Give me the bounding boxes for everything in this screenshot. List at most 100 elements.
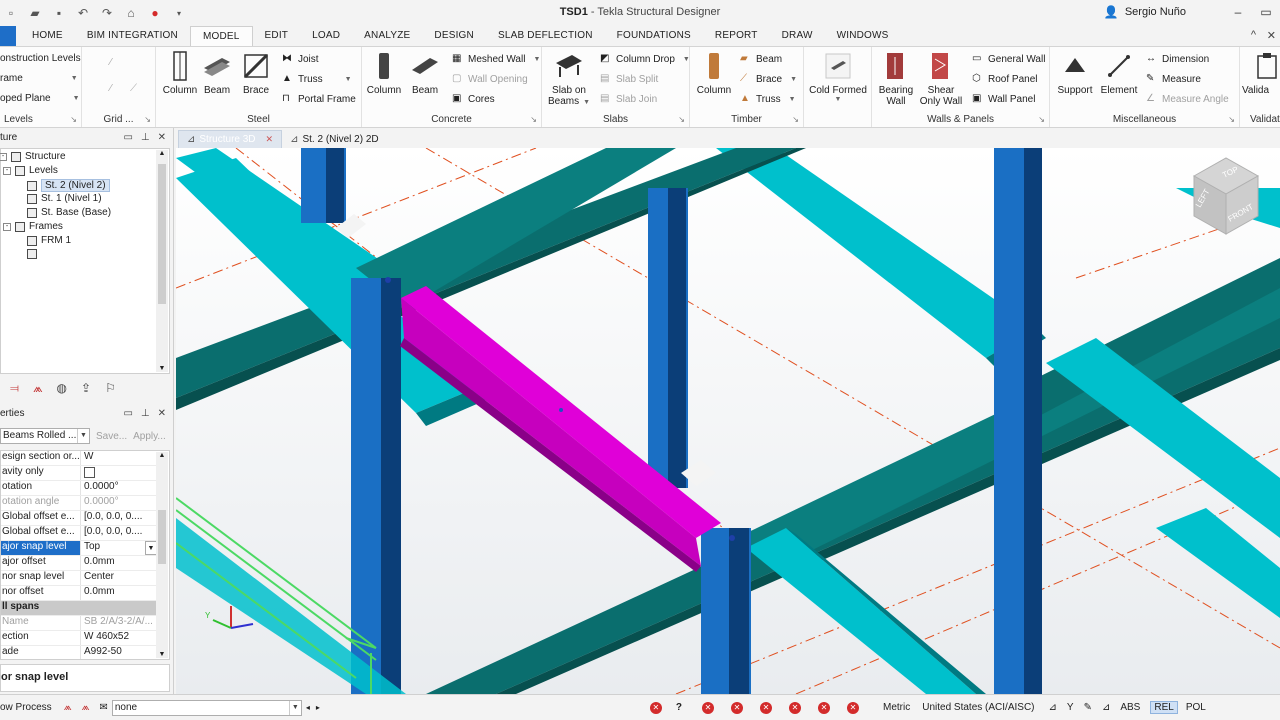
prev-icon[interactable]: ◂ [306,703,310,712]
tab-foundations[interactable]: FOUNDATIONS [605,26,703,46]
scroll-down-icon[interactable]: ▼ [156,651,168,658]
property-row[interactable]: ection W 460x52 [1,631,157,646]
panel-pin-icon[interactable]: ⊥ [141,408,150,419]
portal-frame-button[interactable]: ⊓ Portal Frame [282,93,356,105]
panel-pin-icon[interactable]: ⊥ [141,132,150,143]
3d-viewport[interactable]: Y TOP LEFT FRONT [176,148,1280,694]
tree-node-frames[interactable]: - Frames [3,221,63,232]
walls-expand-icon[interactable]: ↘ [1038,115,1045,124]
stop-icon[interactable]: ● [144,2,166,24]
tree-node-level-1[interactable]: St. 1 (Nivel 1) [27,193,102,204]
model-canvas[interactable]: Y TOP LEFT FRONT [176,148,1280,694]
error-icon[interactable]: ✕ [789,701,801,714]
tab-slab-deflection[interactable]: SLAB DEFLECTION [486,26,605,46]
grid-line-icon[interactable]: ⁄ [110,57,112,68]
wall-panel-button[interactable]: ▣ Wall Panel [972,93,1035,105]
open-folder-icon[interactable]: ▰ [24,2,46,24]
property-row[interactable]: avity only [1,466,157,481]
file-tab[interactable] [0,26,16,46]
gravity-only-checkbox[interactable] [84,467,95,478]
slab-on-beams-button[interactable]: Slab on Beams ▼ [546,51,592,107]
process-icon[interactable]: ⌂ [120,2,142,24]
tree-scroll-thumb[interactable] [158,164,166,304]
units-label[interactable]: Metric [883,702,910,713]
tab-level-2-2d[interactable]: ⊿ St. 2 (Nivel 2) 2D [282,130,387,148]
error-icon[interactable]: ✕ [847,701,859,714]
scroll-down-icon[interactable]: ▼ [156,365,168,372]
collapse-icon[interactable]: - [3,222,11,231]
tree-node-frame-empty[interactable] [27,249,37,259]
concrete-expand-icon[interactable]: ↘ [530,115,537,124]
steel-beam-button[interactable]: Beam [200,51,234,96]
scroll-up-icon[interactable]: ▲ [156,452,168,459]
bearing-wall-button[interactable]: Bearing Wall [874,51,918,107]
qat-customize-icon[interactable]: ▾ [168,2,190,24]
grid-extra-icon[interactable]: ⟋ [130,83,137,94]
error-icon[interactable]: ✕ [760,701,772,714]
save-icon[interactable]: ▪ [48,2,70,24]
user-account[interactable]: 👤 Sergio Nuño [1104,5,1186,19]
scroll-up-icon[interactable]: ▲ [156,150,168,157]
tree-node-levels[interactable]: - Levels [3,165,58,176]
tab-bim-integration[interactable]: BIM INTEGRATION [75,26,190,46]
timber-column-button[interactable]: Column [694,51,734,96]
tree-flag-icon[interactable]: ⚐ [105,381,116,395]
tab-structure-3d[interactable]: ⊿ Structure 3D ✕ [178,130,283,148]
timber-truss-button[interactable]: ▲ Truss ▼ [740,93,796,105]
timber-beam-button[interactable]: ▰ Beam [740,53,782,65]
close-document-icon[interactable]: ✕ [1267,29,1276,42]
tree-export-icon[interactable]: ⇪ [81,381,91,395]
ribbon-collapse-icon[interactable]: ^ [1251,29,1256,41]
cores-button[interactable]: ▣ Cores [452,93,495,105]
pol-toggle[interactable]: POL [1186,702,1206,713]
meshed-wall-button[interactable]: ▦ Meshed Wall ▼ [452,53,540,65]
levels-expand-icon[interactable]: ↘ [70,115,77,124]
concrete-column-button[interactable]: Column [364,51,404,96]
rel-toggle[interactable]: REL [1150,701,1178,714]
property-row[interactable]: ade A992-50 [1,646,157,659]
maximize-button[interactable]: ▭ [1252,0,1280,24]
property-row[interactable]: esign section or... W [1,451,157,466]
shear-only-wall-button[interactable]: Shear Only Wall [918,51,964,107]
steel-brace-button[interactable]: Brace [238,51,274,96]
construction-levels-button[interactable]: onstruction Levels [0,53,81,64]
dimension-button[interactable]: ↔ Dimension [1146,53,1209,65]
close-tab-icon[interactable]: ✕ [266,134,274,145]
error-icon[interactable]: ✕ [731,701,743,714]
ruler-icon[interactable]: ⊿ [1102,702,1110,713]
property-row[interactable]: Global offset e... [0.0, 0.0, 0.... [1,526,157,541]
tab-design[interactable]: DESIGN [422,26,486,46]
element-button[interactable]: Element [1098,51,1140,96]
misc-expand-icon[interactable]: ↘ [1228,115,1235,124]
steel-column-button[interactable]: Column [160,51,200,96]
general-wall-button[interactable]: ▭ General Wall [972,53,1045,65]
tab-report[interactable]: REPORT [703,26,770,46]
concrete-beam-button[interactable]: Beam [406,51,444,96]
timber-expand-icon[interactable]: ↘ [792,115,799,124]
panel-close-icon[interactable]: ✕ [158,408,166,419]
chevron-down-icon[interactable]: ▼ [288,700,301,715]
tab-draw[interactable]: DRAW [770,26,825,46]
steel-joist-button[interactable]: ⧓ Joist [282,53,319,65]
property-scrollbar[interactable]: ▲ ▼ [156,452,168,658]
timber-brace-button[interactable]: ⟋ Brace ▼ [740,73,797,85]
show-process-label[interactable]: ow Process [0,702,52,713]
tree-node-structure[interactable]: - Structure [0,151,66,162]
sloped-plane-button[interactable]: oped Plane ▼ [0,93,80,104]
support-button[interactable]: Support [1052,51,1098,96]
tree-scrollbar[interactable]: ▲ ▼ [156,150,168,372]
collapse-icon[interactable]: - [0,152,7,161]
process-icon[interactable]: ⩕ [64,702,72,713]
panel-maximize-icon[interactable]: ▭ [123,132,132,143]
axis-icon[interactable]: Y [1067,702,1074,713]
tab-analyze[interactable]: ANALYZE [352,26,422,46]
member-type-select[interactable]: Beams Rolled ... ▼ [0,428,90,444]
tab-load[interactable]: LOAD [300,26,352,46]
slabs-expand-icon[interactable]: ↘ [678,115,685,124]
property-row-selected[interactable]: ajor snap level Top ▼ [1,541,157,556]
pen-icon[interactable]: ✎ [1084,702,1092,713]
chevron-down-icon[interactable]: ▼ [77,429,89,443]
design-code-label[interactable]: United States (ACI/AISC) [922,702,1034,713]
roof-panel-button[interactable]: ⬡ Roof Panel [972,73,1037,85]
grid-arc-icon[interactable]: ⁄ [110,83,112,94]
